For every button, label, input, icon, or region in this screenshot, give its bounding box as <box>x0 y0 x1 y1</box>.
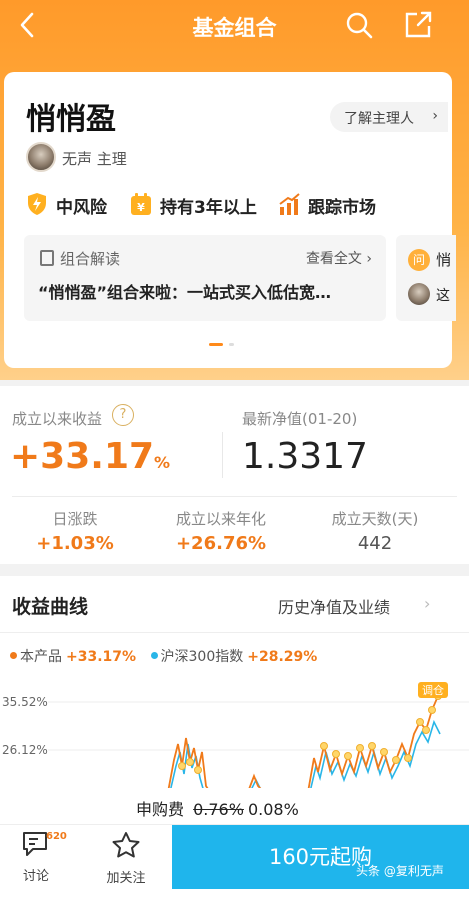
tag-row: 中风险 ¥ 持有3年以上 跟踪市场 <box>26 192 446 218</box>
days-value: 442 <box>357 533 393 554</box>
divider <box>12 496 457 497</box>
question-icon: 问 <box>408 249 430 271</box>
watermark: 头条 @复利无声 <box>356 864 444 878</box>
portfolio-name: 悄悄盈 <box>26 102 116 137</box>
history-link-label: 历史净值及业绩 <box>278 598 391 617</box>
fee-label: 申购费 <box>136 800 185 819</box>
discuss-label: 讨论 <box>22 869 49 884</box>
bar-chart-icon <box>279 193 300 215</box>
days-label: 成立天数(天) <box>331 510 419 528</box>
fee-discounted: 0.08% <box>247 800 299 819</box>
reading-label: 组合解读 <box>60 250 121 268</box>
performance-stats: 成立以来收益 ? +33.17% 最新净值(01-20) 1.3317 日涨跌 … <box>0 386 469 564</box>
y-tick-label: 26.12% <box>2 743 48 757</box>
portfolio-reading-card[interactable]: 组合解读 查看全文 › “悄悄盈”组合来啦：一站式买入低估宽… <box>24 235 386 321</box>
page-title: 基金组合 <box>192 16 277 40</box>
avatar <box>408 283 430 305</box>
legend-name: 本产品 <box>20 649 62 665</box>
adjustment-markers <box>178 692 442 774</box>
chevron-right-icon: › <box>432 108 438 124</box>
discuss-count-badge: 620 <box>46 831 67 842</box>
annualized-return-value: +26.76% <box>175 533 267 554</box>
manager-name: 无声 主理 <box>62 150 127 168</box>
nav-label: 最新净值(01-20) <box>242 410 358 428</box>
history-link[interactable]: 历史净值及业绩 › <box>278 594 430 618</box>
reading-excerpt: “悄悄盈”组合来啦：一站式买入低估宽… <box>38 283 332 302</box>
tag-label: 持有3年以上 <box>160 198 257 218</box>
cumulative-return-label: 成立以来收益 <box>12 410 103 428</box>
legend-dot <box>10 652 17 659</box>
daily-change-label: 日涨跌 <box>52 510 98 528</box>
tag-label: 跟踪市场 <box>308 198 376 218</box>
share-icon[interactable] <box>403 10 433 40</box>
indicator-active <box>209 343 223 346</box>
annualized-return: 成立以来年化 +26.76% <box>146 508 296 554</box>
about-manager-label: 了解主理人 <box>344 111 414 127</box>
shield-lightning-icon <box>28 193 46 215</box>
daily-change: 日涨跌 +1.03% <box>0 508 150 554</box>
chevron-right-icon: › <box>424 594 431 613</box>
index-line <box>169 719 441 792</box>
search-icon[interactable] <box>344 10 374 40</box>
star-icon <box>112 832 140 858</box>
annualized-return-label: 成立以来年化 <box>175 510 266 528</box>
divider <box>0 632 469 633</box>
about-manager-button[interactable]: 了解主理人 › <box>330 102 448 132</box>
legend-value: +28.29% <box>247 649 318 665</box>
fee-original: 0.76% <box>193 800 244 819</box>
tag-label: 中风险 <box>56 198 107 218</box>
legend-value: +33.17% <box>66 649 137 665</box>
days-since-inception: 成立天数(天) 442 <box>300 508 450 554</box>
legend-dot <box>150 652 158 659</box>
y-tick-label: 35.52% <box>2 695 48 709</box>
return-chart[interactable]: 35.52% 26.12% 调仓 <box>0 682 469 792</box>
peek-text: 悄 <box>436 251 452 269</box>
follow-button[interactable]: 加关注 <box>96 831 156 886</box>
purchase-fee-bar: 申购费 0.76% 0.08% <box>0 788 469 824</box>
svg-text:¥: ¥ <box>137 201 145 214</box>
discuss-button[interactable]: 620 讨论 <box>6 831 67 884</box>
product-line <box>167 689 443 792</box>
fee-text: 申购费 0.76% 0.08% <box>136 796 299 820</box>
buy-button[interactable]: 160元起购 <box>172 825 469 889</box>
rebalance-tag: 调仓 <box>422 683 444 697</box>
portfolio-card: 悄悄盈 了解主理人 › 无声 主理 中风险 ¥ 持有3年以上 跟踪市场 组合解读… <box>4 72 456 368</box>
avatar[interactable] <box>26 142 56 172</box>
help-icon[interactable]: ? <box>112 404 134 426</box>
peek-text: 这 <box>436 288 450 304</box>
top-bar: 基金组合 <box>0 0 469 52</box>
daily-change-value: +1.03% <box>36 533 114 554</box>
legend-name: 沪深300指数 <box>160 649 244 665</box>
document-icon <box>40 250 54 266</box>
nav-value: 1.3317 <box>242 436 368 477</box>
carousel-indicator <box>209 343 239 347</box>
follow-label: 加关注 <box>106 871 146 886</box>
chart-legend: 本产品 +33.17% 沪深300指数 +28.29% <box>10 646 327 666</box>
read-full-label: 查看全文 <box>305 251 362 267</box>
section-title: 收益曲线 <box>12 596 89 618</box>
calendar-icon: ¥ <box>131 193 151 215</box>
read-full-link[interactable]: 查看全文 › <box>306 248 372 268</box>
indicator-inactive <box>229 343 234 346</box>
divider <box>222 432 223 478</box>
cumulative-return-value: +33.17% <box>10 436 171 477</box>
next-card-peek[interactable]: 问 悄 这 <box>396 235 456 321</box>
